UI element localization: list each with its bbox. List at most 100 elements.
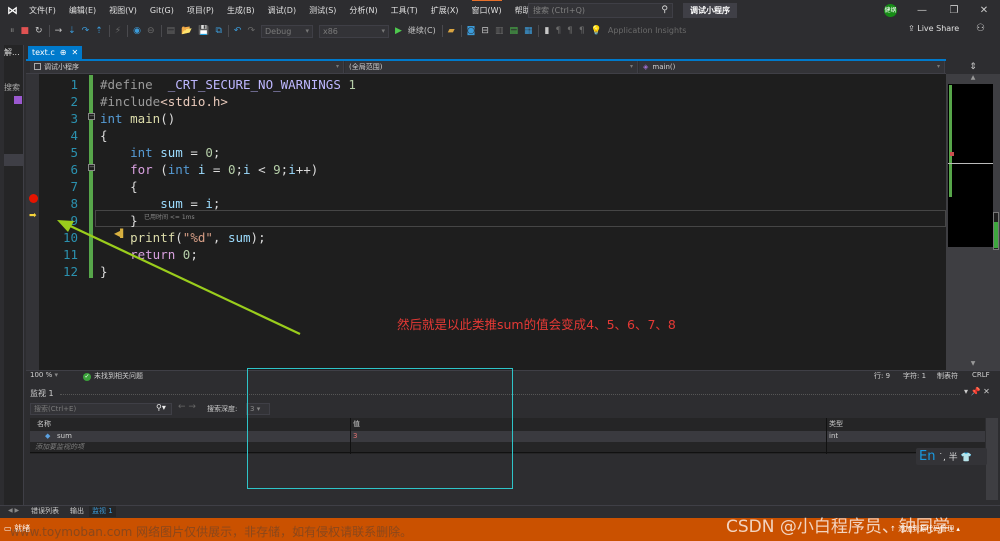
tab-text-c[interactable]: text.c ⊕ ✕ — [28, 46, 83, 60]
column-header-type[interactable]: 类型 — [829, 419, 843, 429]
add-watch-placeholder[interactable]: 添加要监视的项 — [35, 442, 84, 453]
solution-config-select[interactable]: Debug ▾ — [260, 24, 313, 38]
tab-error-list[interactable]: 错误列表 — [31, 506, 59, 517]
undo-icon[interactable]: ↶ — [234, 25, 242, 37]
restore-button[interactable]: ❐ — [946, 4, 962, 17]
scroll-up-icon[interactable]: ▲ — [946, 74, 1000, 83]
indent-mode[interactable]: 制表符 — [937, 371, 958, 381]
menu-build[interactable]: 生成(B) — [227, 5, 255, 16]
minimize-button[interactable]: — — [914, 4, 930, 17]
redo-icon[interactable]: ↷ — [247, 25, 255, 37]
search-prev-icon[interactable]: ← — [178, 402, 186, 412]
menu-test[interactable]: 测试(S) — [309, 5, 336, 16]
search-solution-tab[interactable]: 搜索 — [4, 82, 24, 93]
restart-icon[interactable]: ↻ — [35, 25, 43, 37]
split-editor-icon[interactable]: ⇕ — [946, 61, 1000, 74]
navigate-forward-icon[interactable]: ⊖ — [147, 25, 155, 37]
clear-bookmarks-icon[interactable]: ¶ — [579, 25, 585, 37]
save-icon[interactable]: 💾 — [198, 25, 209, 37]
close-panel-icon[interactable]: ✕ — [983, 387, 990, 396]
collapse-for-icon[interactable]: − — [88, 164, 95, 171]
open-file-icon[interactable]: 📂 — [181, 25, 192, 37]
close-tab-icon[interactable]: ✕ — [71, 46, 78, 60]
code-line: for (int i = 0;i < 9;i++) — [130, 162, 319, 177]
scroll-down-icon[interactable]: ▼ — [946, 360, 1000, 369]
properties-icon[interactable]: ▥ — [495, 25, 504, 37]
save-all-icon[interactable]: ⧉ — [215, 25, 221, 37]
navigate-back-icon[interactable]: ◉ — [133, 25, 141, 37]
live-share-button[interactable]: ⇪ Live Share — [908, 24, 959, 33]
new-project-icon[interactable]: ▤ — [167, 25, 176, 37]
global-search-input[interactable]: 搜索 (Ctrl+Q) ⚲ — [528, 3, 673, 18]
solution-explorer-tab[interactable]: 解... — [4, 47, 24, 58]
map-breakpoint-marker — [950, 152, 954, 156]
selected-node[interactable] — [4, 154, 24, 166]
prev-bookmark-icon[interactable]: ¶ — [555, 25, 561, 37]
watch-item-name[interactable]: sum — [57, 431, 72, 442]
application-insights-button[interactable]: Application Insights — [608, 25, 687, 37]
close-window-button[interactable]: ✕ — [976, 4, 992, 17]
menu-edit[interactable]: 编辑(E) — [69, 5, 96, 16]
break-all-icon[interactable]: ⏸ — [10, 25, 15, 37]
menu-analyze[interactable]: 分析(N) — [349, 5, 377, 16]
step-over-icon[interactable]: ↷ — [82, 25, 90, 37]
menu-window[interactable]: 窗口(W) — [471, 0, 502, 16]
menu-tools[interactable]: 工具(T) — [391, 5, 418, 16]
uncomment-icon[interactable]: ▦ — [524, 25, 533, 37]
map-preview[interactable] — [948, 84, 993, 247]
screenshot-icon[interactable]: ◙ — [467, 25, 476, 37]
tab-output[interactable]: 输出 — [70, 506, 84, 517]
menu-project[interactable]: 项目(P) — [187, 5, 214, 16]
map-scroll-change-marker — [994, 222, 998, 248]
collapse-main-icon[interactable]: − — [88, 113, 95, 120]
column-header-name[interactable]: 名称 — [37, 419, 51, 429]
member-dropdown[interactable]: ◈ main() ▾ — [639, 61, 945, 73]
hot-reload-icon[interactable]: ⚡ — [115, 25, 121, 37]
show-next-statement-icon[interactable]: → — [55, 25, 63, 37]
bookmark-icon[interactable]: ▮ — [544, 25, 549, 37]
ime-indicator[interactable]: En ˙, 半 👕 — [916, 448, 987, 465]
solution-explorer-icon[interactable]: ⊟ — [481, 25, 489, 37]
pin-icon[interactable]: ⊕ — [60, 46, 67, 60]
breakpoint-margin[interactable] — [26, 74, 39, 370]
user-avatar[interactable]: 健纲 — [884, 4, 897, 17]
watch-search-input[interactable]: 搜索(Ctrl+E) — [30, 403, 172, 415]
play-icon[interactable]: ▶ — [395, 25, 402, 37]
scope-dropdown[interactable]: (全局范围) ▾ — [345, 61, 638, 73]
search-icon: ⚲ — [661, 5, 668, 15]
tab-scroll-arrows[interactable]: ◀ ▶ — [8, 507, 19, 514]
comment-icon[interactable]: ▤ — [509, 25, 518, 37]
issues-indicator[interactable]: ✓ 未找到相关问题 — [83, 371, 143, 381]
code-line: } — [100, 264, 108, 279]
search-icon[interactable]: ⚲▾ — [156, 403, 166, 412]
menu-debug[interactable]: 调试(D) — [268, 5, 296, 16]
execution-pointer-icon[interactable]: ➡ — [29, 211, 37, 221]
project-icon — [34, 63, 41, 70]
breakpoint-icon[interactable] — [29, 194, 38, 203]
run-to-click-icon[interactable]: ◀▌ — [114, 229, 126, 238]
stop-debugging-icon[interactable]: ■ — [21, 25, 30, 37]
menu-view[interactable]: 视图(V) — [109, 5, 137, 16]
feedback-icon[interactable]: ⚇ — [976, 23, 985, 34]
tab-watch-1[interactable]: 监视 1 — [89, 506, 116, 517]
step-out-icon[interactable]: ⇡ — [95, 25, 103, 37]
chevron-down-icon: ▾ — [629, 63, 633, 70]
next-bookmark-icon[interactable]: ¶ — [567, 25, 573, 37]
menu-extensions[interactable]: 扩展(X) — [431, 5, 459, 16]
column-divider[interactable] — [826, 418, 827, 454]
line-number: 9 — [70, 213, 78, 228]
project-dropdown[interactable]: 调试小程序 ▾ — [30, 61, 344, 73]
search-next-icon[interactable]: → — [188, 402, 196, 412]
continue-button[interactable]: 继续(C) — [408, 25, 436, 37]
panel-menu-icon[interactable]: ▾ — [964, 387, 968, 396]
pin-panel-icon[interactable]: 📌 — [971, 387, 981, 396]
step-into-icon[interactable]: ⇣ — [68, 25, 76, 37]
watch-scrollbar[interactable] — [986, 418, 998, 500]
platform-select[interactable]: x86 ▾ — [318, 24, 389, 38]
zoom-level-dropdown[interactable]: 100 % ▾ — [30, 371, 58, 379]
line-ending[interactable]: CRLF — [972, 371, 990, 379]
menu-file[interactable]: 文件(F) — [29, 5, 56, 16]
project-node-icon[interactable] — [14, 96, 22, 104]
folder-icon[interactable]: ▰ — [448, 25, 455, 37]
menu-git[interactable]: Git(G) — [150, 6, 174, 15]
